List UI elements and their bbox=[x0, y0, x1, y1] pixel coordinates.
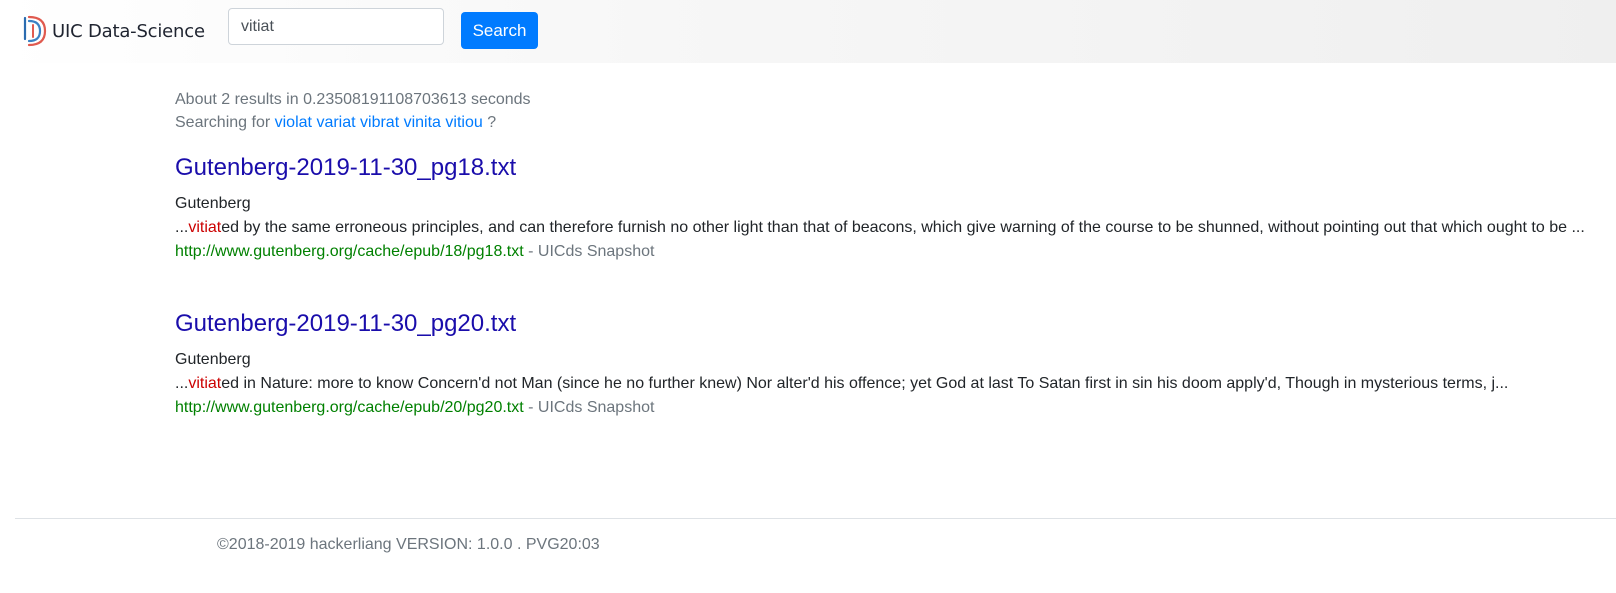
snippet-highlight: vitiat bbox=[188, 219, 222, 236]
result-links: http://www.gutenberg.org/cache/epub/20/p… bbox=[175, 396, 1595, 420]
suggestion-link[interactable]: variat bbox=[316, 114, 355, 131]
result-snippet: ...vitiated by the same erroneous princi… bbox=[175, 216, 1595, 240]
suggest-prefix: Searching for bbox=[175, 114, 271, 131]
suggest-suffix: ? bbox=[487, 114, 497, 131]
snippet-text: ed in Nature: more to know Concern'd not… bbox=[221, 375, 1509, 392]
search-button[interactable]: Search bbox=[461, 12, 538, 49]
suggestion-link[interactable]: vibrat bbox=[360, 114, 399, 131]
top-navbar: UIC Data-Science Search bbox=[0, 0, 1616, 63]
result-source: Gutenberg bbox=[175, 195, 251, 212]
spelling-suggestions: Searching for violat variat vibrat vinit… bbox=[175, 111, 1595, 134]
result-url-link[interactable]: http://www.gutenberg.org/cache/epub/18/p… bbox=[175, 243, 524, 260]
snippet-highlight: vitiat bbox=[188, 375, 222, 392]
uic-logo-icon bbox=[23, 15, 47, 47]
brand-name: UIC Data-Science bbox=[52, 20, 205, 42]
results-main: About 2 results in 0.23508191108703613 s… bbox=[175, 88, 1595, 416]
link-separator: - bbox=[528, 399, 534, 416]
result-snippet: ...vitiated in Nature: more to know Conc… bbox=[175, 372, 1595, 396]
suggestion-link[interactable]: vitiou bbox=[445, 114, 482, 131]
search-input[interactable] bbox=[228, 8, 444, 45]
footer-divider bbox=[15, 518, 1616, 519]
results-stats: About 2 results in 0.23508191108703613 s… bbox=[175, 91, 531, 108]
brand-logo[interactable]: UIC Data-Science bbox=[22, 15, 205, 47]
search-result: Gutenberg-2019-11-30_pg18.txt Gutenberg … bbox=[175, 153, 1595, 264]
link-separator: - bbox=[528, 243, 534, 260]
suggestion-link[interactable]: violat bbox=[275, 114, 312, 131]
snapshot-link[interactable]: UICds Snapshot bbox=[538, 399, 655, 416]
result-title-link[interactable]: Gutenberg-2019-11-30_pg18.txt bbox=[175, 153, 1595, 183]
snippet-text: ed by the same erroneous principles, and… bbox=[221, 219, 1585, 236]
result-source: Gutenberg bbox=[175, 351, 251, 368]
snippet-prefix: ... bbox=[175, 375, 189, 392]
search-result: Gutenberg-2019-11-30_pg20.txt Gutenberg … bbox=[175, 309, 1595, 420]
result-title-link[interactable]: Gutenberg-2019-11-30_pg20.txt bbox=[175, 309, 1595, 339]
footer-copyright: ©2018-2019 hackerliang VERSION: 1.0.0 . … bbox=[217, 536, 600, 553]
snapshot-link[interactable]: UICds Snapshot bbox=[538, 243, 655, 260]
suggestion-link[interactable]: vinita bbox=[404, 114, 441, 131]
snippet-prefix: ... bbox=[175, 219, 189, 236]
result-url-link[interactable]: http://www.gutenberg.org/cache/epub/20/p… bbox=[175, 399, 524, 416]
result-links: http://www.gutenberg.org/cache/epub/18/p… bbox=[175, 240, 1595, 264]
